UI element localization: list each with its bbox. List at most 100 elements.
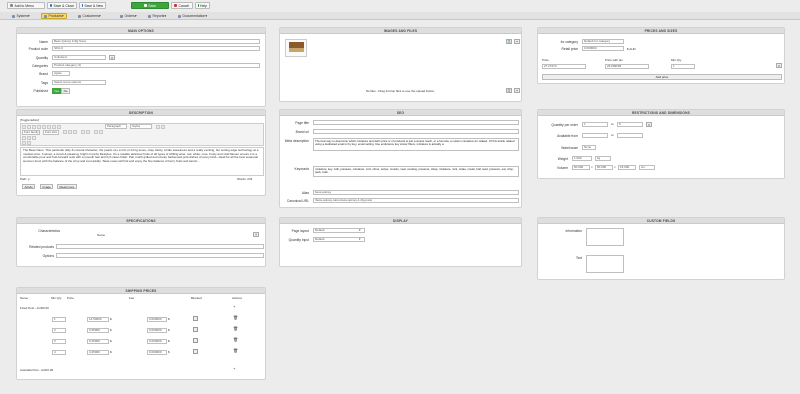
volume-unit-select[interactable]: cm (639, 165, 655, 170)
brand-select[interactable]: Apple (52, 71, 70, 76)
available-from-field[interactable] (582, 133, 608, 138)
row1-price[interactable]: 12.50000 (87, 317, 109, 322)
add-image-button[interactable]: + (514, 39, 520, 44)
row4-qty[interactable]: 4 (52, 350, 66, 355)
information-textarea[interactable] (586, 228, 624, 246)
text-textarea[interactable] (586, 255, 624, 273)
nav-customers[interactable]: Customers ▾ (76, 13, 103, 19)
min-qty-field[interactable]: 1 (671, 64, 695, 69)
code-icon[interactable] (27, 136, 31, 140)
read-more-button[interactable]: Read more (57, 184, 77, 189)
page-layout-select[interactable]: Default (313, 228, 365, 233)
align-right-icon[interactable] (52, 125, 56, 129)
row4-blocked-checkbox[interactable] (193, 349, 198, 354)
cut-icon[interactable] (63, 130, 67, 134)
nav-documentation[interactable]: Documentation ▾ (176, 13, 209, 19)
row3-price[interactable]: 6.25000 (87, 339, 109, 344)
italic-icon[interactable] (27, 125, 31, 129)
strike-icon[interactable] (37, 125, 41, 129)
bold-icon[interactable] (22, 125, 26, 129)
alias-field[interactable]: bess-quiney (313, 190, 519, 195)
description-editor[interactable]: The Bess Nano. This particular silky & m… (20, 147, 264, 176)
add-to-menu-button[interactable]: Add to Menu (7, 2, 45, 9)
quantity-clear-button[interactable]: × (109, 55, 115, 60)
quantity-field[interactable]: Unlimited (52, 55, 106, 60)
upload-file-button[interactable]: ⇧ (506, 88, 512, 93)
nav-orders[interactable]: Orders ▾ (118, 13, 139, 19)
qty-clear-button[interactable]: × (646, 122, 652, 127)
related-products-field[interactable] (56, 244, 264, 249)
font-family-select[interactable]: Font family (22, 130, 40, 135)
name-field[interactable]: Bess Quiney 1/4lg Nano (52, 39, 260, 44)
quantity-input-select[interactable]: Default (313, 237, 365, 242)
trash-icon[interactable]: 🗑 (233, 315, 238, 320)
save-new-button[interactable]: Save & New (79, 2, 106, 9)
align-left-icon[interactable] (42, 125, 46, 129)
trash-icon[interactable]: 🗑 (233, 337, 238, 342)
paste-icon[interactable] (73, 130, 77, 134)
paragraph-select[interactable]: Paragraph (105, 124, 127, 129)
styles-select[interactable]: Styles (130, 124, 152, 129)
row2-qty[interactable]: 2 (52, 328, 66, 333)
brand-url-field[interactable] (313, 129, 519, 134)
fullscreen-icon[interactable] (32, 136, 36, 140)
product-code-field[interactable]: SKU-0 (52, 46, 260, 51)
add-spec-button[interactable]: + (253, 232, 259, 237)
row3-blocked-checkbox[interactable] (193, 338, 198, 343)
copy-icon[interactable] (68, 130, 72, 134)
warehouse-select[interactable]: None (582, 145, 596, 150)
qty-to-field[interactable]: 6 (617, 122, 643, 127)
volume-length-field[interactable]: 50.000 (572, 165, 590, 170)
nav-system[interactable]: System ▾ (10, 13, 32, 19)
product-thumbnail[interactable] (285, 39, 307, 57)
weight-field[interactable]: 1.000 (572, 156, 592, 161)
row1-blocked-checkbox[interactable] (193, 316, 198, 321)
align-justify-icon[interactable] (57, 125, 61, 129)
price-tax-field[interactable]: 29.999999 (605, 64, 649, 69)
categories-field[interactable]: Product category (1) (52, 63, 260, 68)
row1-fee[interactable]: 0.000000 (147, 317, 167, 322)
align-center-icon[interactable] (47, 125, 51, 129)
row3-qty[interactable]: 3 (52, 339, 66, 344)
row2-blocked-checkbox[interactable] (193, 327, 198, 332)
row2-fee[interactable]: 0.000000 (147, 328, 167, 333)
trash-icon[interactable]: 🗑 (233, 326, 238, 331)
table-icon[interactable] (22, 136, 26, 140)
font-size-select[interactable]: Font size (43, 130, 59, 135)
subscript-icon[interactable] (22, 141, 26, 145)
upload-button[interactable]: ⇧ (506, 39, 512, 44)
add-row-icon[interactable]: + (233, 304, 235, 309)
weight-unit-select[interactable]: kg (595, 156, 611, 161)
price-field[interactable]: 27.27273 (542, 64, 586, 69)
for-category-select[interactable]: Default for category (582, 39, 624, 44)
redo-icon[interactable] (161, 125, 165, 129)
numbered-list-icon[interactable] (86, 130, 90, 134)
save-close-button[interactable]: Save & Close (47, 2, 77, 9)
tags-field[interactable]: Select some options (52, 80, 106, 85)
remove-price-button[interactable]: × (776, 63, 782, 68)
cancel-button[interactable]: Cancel (171, 2, 193, 9)
image-button[interactable]: Image (40, 184, 54, 189)
meta-description-field[interactable]: The best way to determine which miniatur… (313, 138, 519, 151)
add-row-icon[interactable]: + (233, 366, 235, 371)
row4-fee[interactable]: 0.000000 (147, 350, 167, 355)
help-button[interactable]: Help (195, 2, 210, 9)
save-button[interactable]: Save (131, 2, 169, 9)
nav-products[interactable]: Products ▾ (41, 13, 67, 19)
link-icon[interactable] (94, 130, 98, 134)
qty-from-field[interactable]: 1 (582, 122, 608, 127)
published-no-toggle[interactable]: No (61, 88, 70, 94)
article-button[interactable]: Article (22, 184, 36, 189)
volume-width-field[interactable]: 50.000 (595, 165, 613, 170)
underline-icon[interactable] (32, 125, 36, 129)
add-file-button[interactable]: + (514, 88, 520, 93)
add-price-button[interactable]: Add price (542, 74, 782, 80)
keywords-field[interactable]: miniature, key, milk, pressure, miniatur… (313, 166, 519, 177)
row4-price[interactable]: 4.25000 (87, 350, 109, 355)
canonical-url-field[interactable]: /bess-quiney-nano-bess-quiney-1-4lg-nano (313, 198, 519, 203)
retail-price-field[interactable]: 0.000000 (582, 46, 624, 51)
superscript-icon[interactable] (27, 141, 31, 145)
row2-price[interactable]: 9.25000 (87, 328, 109, 333)
undo-icon[interactable] (156, 125, 160, 129)
options-field[interactable] (56, 253, 264, 258)
